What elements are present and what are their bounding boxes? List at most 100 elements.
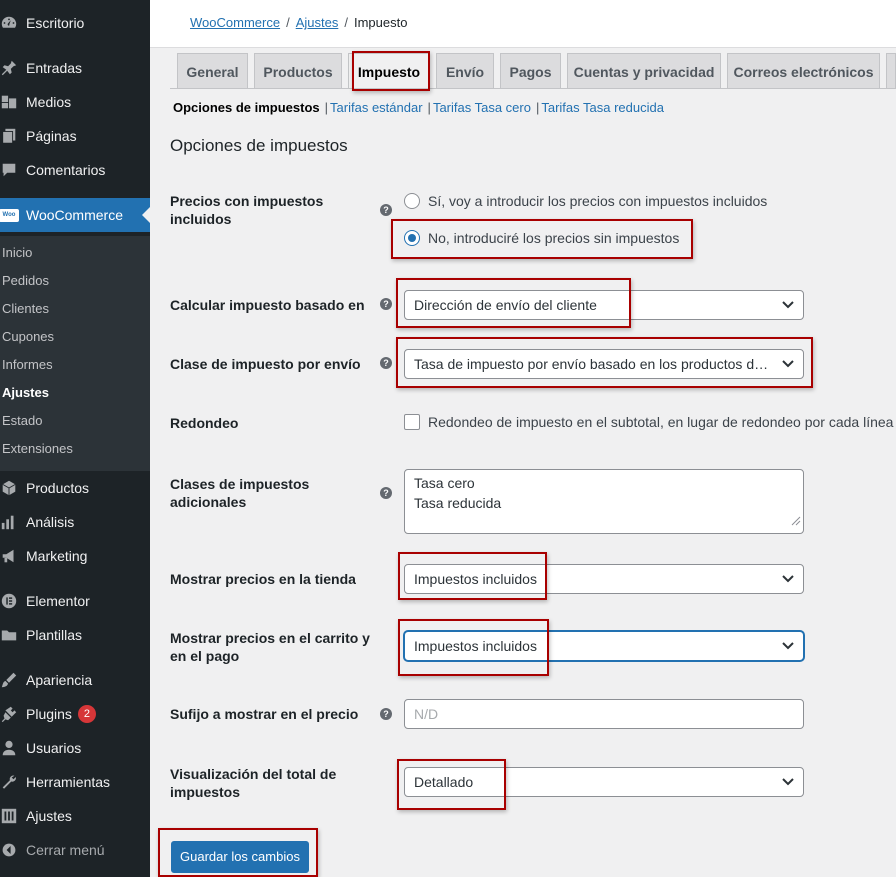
menu-paginas[interactable]: Páginas <box>0 119 150 153</box>
menu-label: Páginas <box>26 128 77 144</box>
submenu-ajustes[interactable]: Ajustes <box>2 383 49 403</box>
radio-prices-incl-no[interactable]: No, introduciré los precios sin impuesto… <box>404 230 679 246</box>
label-price-suffix: Sufijo a mostrar en el precio <box>170 706 359 722</box>
section-tarifas-estandar[interactable]: Tarifas estándar <box>330 100 423 115</box>
select-value: Dirección de envío del cliente <box>414 297 597 313</box>
menu-herramientas[interactable]: Herramientas <box>0 765 150 799</box>
select-value: Detallado <box>414 774 474 790</box>
help-icon[interactable]: ? <box>380 487 392 499</box>
breadcrumb-woocommerce-link[interactable]: WooCommerce <box>190 15 280 30</box>
menu-label: Marketing <box>26 548 88 564</box>
select-tax-total-display[interactable]: Detallado <box>404 767 804 797</box>
section-tarifas-tasa-reducida[interactable]: Tarifas Tasa reducida <box>541 100 664 115</box>
folder-icon <box>0 626 22 644</box>
menu-comentarios[interactable]: Comentarios <box>0 153 150 187</box>
section-tarifas-tasa-cero[interactable]: Tarifas Tasa cero <box>433 100 531 115</box>
tab-productos[interactable]: Productos <box>254 53 342 89</box>
menu-label: Productos <box>26 480 90 496</box>
label-additional-tax-classes: Clases de impuestos adicionales <box>170 476 310 510</box>
select-value: Impuestos incluidos <box>414 638 537 654</box>
menu-ajustes[interactable]: Ajustes <box>0 799 150 833</box>
menu-collapse[interactable]: Cerrar menú <box>0 833 150 867</box>
menu-escritorio[interactable]: Escritorio <box>0 6 150 40</box>
textarea-line: Tasa reducida <box>414 495 502 511</box>
pages-icon <box>0 127 22 145</box>
select-display-prices-cart[interactable]: Impuestos incluidos <box>404 631 804 661</box>
menu-usuarios[interactable]: Usuarios <box>0 731 150 765</box>
submenu-clientes[interactable]: Clientes <box>2 299 49 319</box>
checkbox-rounding[interactable]: Redondeo de impuesto en el subtotal, en … <box>404 414 893 430</box>
menu-label: Escritorio <box>26 15 85 31</box>
menu-label: Medios <box>26 94 72 110</box>
textarea-additional-tax-classes[interactable]: Tasa cero Tasa reducida <box>404 469 804 534</box>
menu-plugins[interactable]: Plugins 2 <box>0 697 150 731</box>
breadcrumb-separator: / <box>286 15 290 30</box>
select-tax-based-on[interactable]: Dirección de envío del cliente <box>404 290 804 320</box>
tax-sections-nav: Opciones de impuestos | Tarifas estándar | T… <box>173 100 664 115</box>
section-opciones-impuestos[interactable]: Opciones de impuestos <box>173 100 320 115</box>
help-icon[interactable]: ? <box>380 298 392 310</box>
menu-apariencia[interactable]: Apariencia <box>0 663 150 697</box>
menu-productos[interactable]: Productos <box>0 471 150 505</box>
section-separator: | <box>535 100 540 115</box>
menu-analisis[interactable]: Análisis <box>0 505 150 539</box>
menu-label: Plugins <box>26 706 72 722</box>
menu-label: WooCommerce <box>26 207 123 223</box>
tab-cuentas-privacidad[interactable]: Cuentas y privacidad <box>567 53 721 89</box>
help-icon[interactable]: ? <box>380 357 392 369</box>
radio-label: Sí, voy a introducir los precios con imp… <box>428 193 768 209</box>
submenu-extensiones[interactable]: Extensiones <box>2 439 73 459</box>
tab-overflow[interactable] <box>886 53 896 89</box>
section-separator: | <box>427 100 431 115</box>
woo-logo: Woo <box>0 208 19 222</box>
radio-button-checked[interactable] <box>404 230 420 246</box>
menu-plantillas[interactable]: Plantillas <box>0 618 150 652</box>
tab-general[interactable]: General <box>177 53 248 89</box>
checkbox[interactable] <box>404 414 420 430</box>
help-icon[interactable]: ? <box>380 204 392 216</box>
tab-impuesto[interactable]: Impuesto <box>348 53 430 89</box>
breadcrumb-ajustes-link[interactable]: Ajustes <box>296 15 339 30</box>
label-shipping-tax-class: Clase de impuesto por envío <box>170 356 361 372</box>
submenu-pedidos[interactable]: Pedidos <box>2 271 49 291</box>
submenu-estado[interactable]: Estado <box>2 411 42 431</box>
submenu-informes[interactable]: Informes <box>2 355 53 375</box>
menu-label: Elementor <box>26 593 90 609</box>
label-tax-based-on: Calcular impuesto basado en <box>170 297 365 313</box>
breadcrumb: WooCommerce / Ajustes / Impuesto <box>190 15 407 30</box>
submenu-cupones[interactable]: Cupones <box>2 327 54 347</box>
select-shipping-tax-class[interactable]: Tasa de impuesto por envío basado en los… <box>404 349 804 379</box>
resize-handle-icon[interactable] <box>791 511 801 531</box>
elementor-icon <box>0 592 22 610</box>
select-value: Tasa de impuesto por envío basado en los… <box>414 356 774 372</box>
tab-correos[interactable]: Correos electrónicos <box>727 53 880 89</box>
admin-sidebar: Escritorio Entradas Medios Páginas Comen… <box>0 0 150 877</box>
megaphone-icon <box>0 547 22 565</box>
menu-entradas[interactable]: Entradas <box>0 51 150 85</box>
input-price-suffix[interactable]: N/D <box>404 699 804 729</box>
woocommerce-header: WooCommerce / Ajustes / Impuesto <box>150 0 896 48</box>
woocommerce-submenu: Inicio Pedidos Clientes Cupones Informes… <box>0 236 150 471</box>
save-button[interactable]: Guardar los cambios <box>171 841 309 873</box>
label-tax-total-display: Visualización del total de impuestos <box>170 766 337 800</box>
comments-icon <box>0 161 22 179</box>
menu-label: Comentarios <box>26 162 106 178</box>
settings-icon <box>0 807 22 825</box>
tab-envio[interactable]: Envío <box>436 53 494 89</box>
users-icon <box>0 739 22 757</box>
radio-prices-incl-yes[interactable]: Sí, voy a introducir los precios con imp… <box>404 193 767 209</box>
help-icon[interactable]: ? <box>380 708 392 720</box>
tab-pagos[interactable]: Pagos <box>500 53 561 89</box>
menu-marketing[interactable]: Marketing <box>0 539 150 573</box>
submenu-inicio[interactable]: Inicio <box>2 243 32 263</box>
radio-button[interactable] <box>404 193 420 209</box>
menu-label: Usuarios <box>26 740 82 756</box>
chevron-down-icon <box>782 350 794 378</box>
menu-label: Cerrar menú <box>26 842 105 858</box>
menu-label: Herramientas <box>26 774 111 790</box>
menu-woocommerce[interactable]: Woo WooCommerce <box>0 198 150 232</box>
tab-divider <box>170 88 896 89</box>
select-display-prices-shop[interactable]: Impuestos incluidos <box>404 564 804 594</box>
menu-elementor[interactable]: Elementor <box>0 584 150 618</box>
menu-medios[interactable]: Medios <box>0 85 150 119</box>
